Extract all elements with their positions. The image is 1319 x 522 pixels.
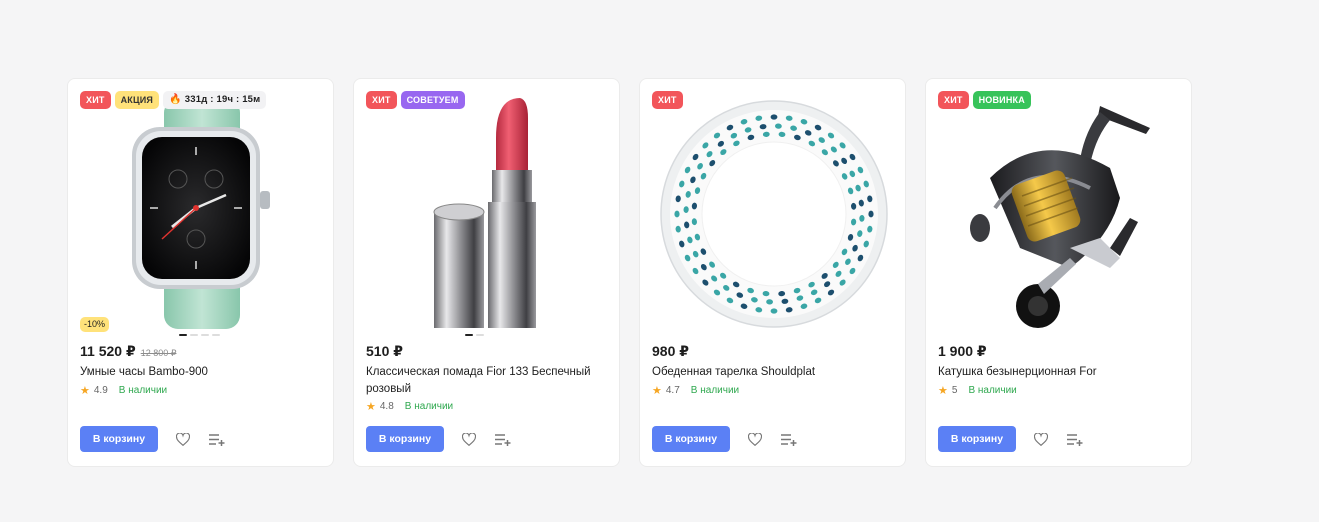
compare-icon[interactable] [494, 430, 512, 448]
current-price: 980 ₽ [652, 343, 689, 359]
product-title[interactable]: Катушка безынерционная For [938, 364, 1181, 381]
product-card[interactable]: ХИТ СОВЕТУЕМ 510 ₽ Классическая помада F… [353, 78, 620, 467]
image-dot[interactable] [190, 334, 198, 336]
product-image[interactable] [652, 94, 895, 334]
badge-group: ХИТ АКЦИЯ 🔥 331д : 19ч : 15м [80, 91, 267, 109]
product-grid: ХИТ АКЦИЯ 🔥 331д : 19ч : 15м -10% 11 520… [67, 78, 1192, 467]
hit-badge: ХИТ [80, 91, 111, 109]
compare-icon[interactable] [1066, 430, 1084, 448]
sale-badge: АКЦИЯ [114, 91, 160, 109]
star-icon: ★ [80, 385, 90, 397]
star-icon: ★ [366, 401, 376, 413]
flame-icon: 🔥 [169, 94, 182, 105]
product-card[interactable]: ХИТ АКЦИЯ 🔥 331д : 19ч : 15м -10% 11 520… [67, 78, 334, 467]
image-dot[interactable] [476, 334, 484, 336]
add-to-cart-button[interactable]: В корзину [80, 426, 158, 452]
product-image[interactable] [366, 94, 609, 334]
compare-icon[interactable] [780, 430, 798, 448]
star-icon: ★ [652, 385, 662, 397]
rating-value: 4.8 [379, 401, 394, 412]
star-icon: ★ [938, 385, 948, 397]
plate-image [659, 100, 888, 328]
add-to-cart-button[interactable]: В корзину [938, 426, 1016, 452]
rating-row: ★ 4.7 В наличии [652, 384, 739, 397]
product-title[interactable]: Обеденная тарелка Shouldplat [652, 364, 895, 381]
card-actions: В корзину [938, 426, 1084, 452]
sale-timer: 🔥 331д : 19ч : 15м [163, 91, 267, 109]
product-card[interactable]: ХИТ НОВИНКА 1 900 ₽ Катушка безынерционн… [925, 78, 1192, 467]
plate-dot [867, 210, 874, 218]
current-price: 510 ₽ [366, 343, 403, 359]
image-dot[interactable] [201, 334, 209, 336]
badge-group: ХИТ [652, 91, 683, 109]
recommend-badge: СОВЕТУЕМ [400, 91, 465, 109]
hit-badge: ХИТ [652, 91, 683, 109]
image-pagination[interactable] [465, 334, 484, 336]
new-badge: НОВИНКА [972, 91, 1031, 109]
image-dot[interactable] [465, 334, 473, 336]
card-actions: В корзину [652, 426, 798, 452]
product-title[interactable]: Умные часы Bambo-900 [80, 364, 323, 381]
add-to-cart-button[interactable]: В корзину [652, 426, 730, 452]
stock-status: В наличии [404, 401, 454, 412]
image-dot[interactable] [179, 334, 187, 336]
price: 510 ₽ [366, 343, 403, 360]
old-price: 12 800 ₽ [140, 348, 177, 358]
badge-group: ХИТ СОВЕТУЕМ [366, 91, 465, 109]
image-dot[interactable] [212, 334, 220, 336]
current-price: 1 900 ₽ [938, 343, 987, 359]
lipstick-image [433, 98, 536, 328]
rating-value: 4.7 [665, 385, 680, 396]
rating-value: 4.9 [93, 385, 108, 396]
product-card[interactable]: ХИТ 980 ₽ Обеденная тарелка Shouldplat ★… [639, 78, 906, 467]
add-to-cart-button[interactable]: В корзину [366, 426, 444, 452]
rating-row: ★ 4.8 В наличии [366, 400, 453, 413]
price: 1 900 ₽ [938, 343, 987, 360]
product-image[interactable] [938, 94, 1181, 334]
plate-dot [770, 114, 777, 120]
hit-badge: ХИТ [938, 91, 969, 109]
card-actions: В корзину [80, 426, 226, 452]
price: 11 520 ₽ 12 800 ₽ [80, 343, 176, 360]
heart-icon[interactable] [174, 430, 192, 448]
price: 980 ₽ [652, 343, 689, 360]
stock-status: В наличии [968, 385, 1017, 396]
product-image[interactable] [80, 94, 323, 334]
heart-icon[interactable] [1032, 430, 1050, 448]
badge-group: ХИТ НОВИНКА [938, 91, 1031, 109]
rating-row: ★ 5 В наличии [938, 384, 1017, 397]
timer-text: 331д : 19ч : 15м [184, 94, 261, 105]
card-actions: В корзину [366, 426, 512, 452]
stock-status: В наличии [118, 385, 168, 396]
product-title[interactable]: Классическая помада Fior 133 Беспечный р… [366, 364, 609, 398]
plate-dot [770, 308, 777, 314]
discount-badge: -10% [80, 317, 110, 332]
image-pagination[interactable] [179, 334, 220, 336]
heart-icon[interactable] [746, 430, 764, 448]
smartwatch-image [131, 99, 270, 329]
rating-value: 5 [951, 385, 958, 396]
compare-icon[interactable] [208, 430, 226, 448]
stock-status: В наличии [690, 385, 740, 396]
heart-icon[interactable] [460, 430, 478, 448]
current-price: 11 520 ₽ [80, 343, 136, 359]
rating-row: ★ 4.9 В наличии [80, 384, 167, 397]
hit-badge: ХИТ [366, 91, 397, 109]
fishing-reel-image [969, 106, 1150, 328]
plate-dot [673, 210, 680, 218]
